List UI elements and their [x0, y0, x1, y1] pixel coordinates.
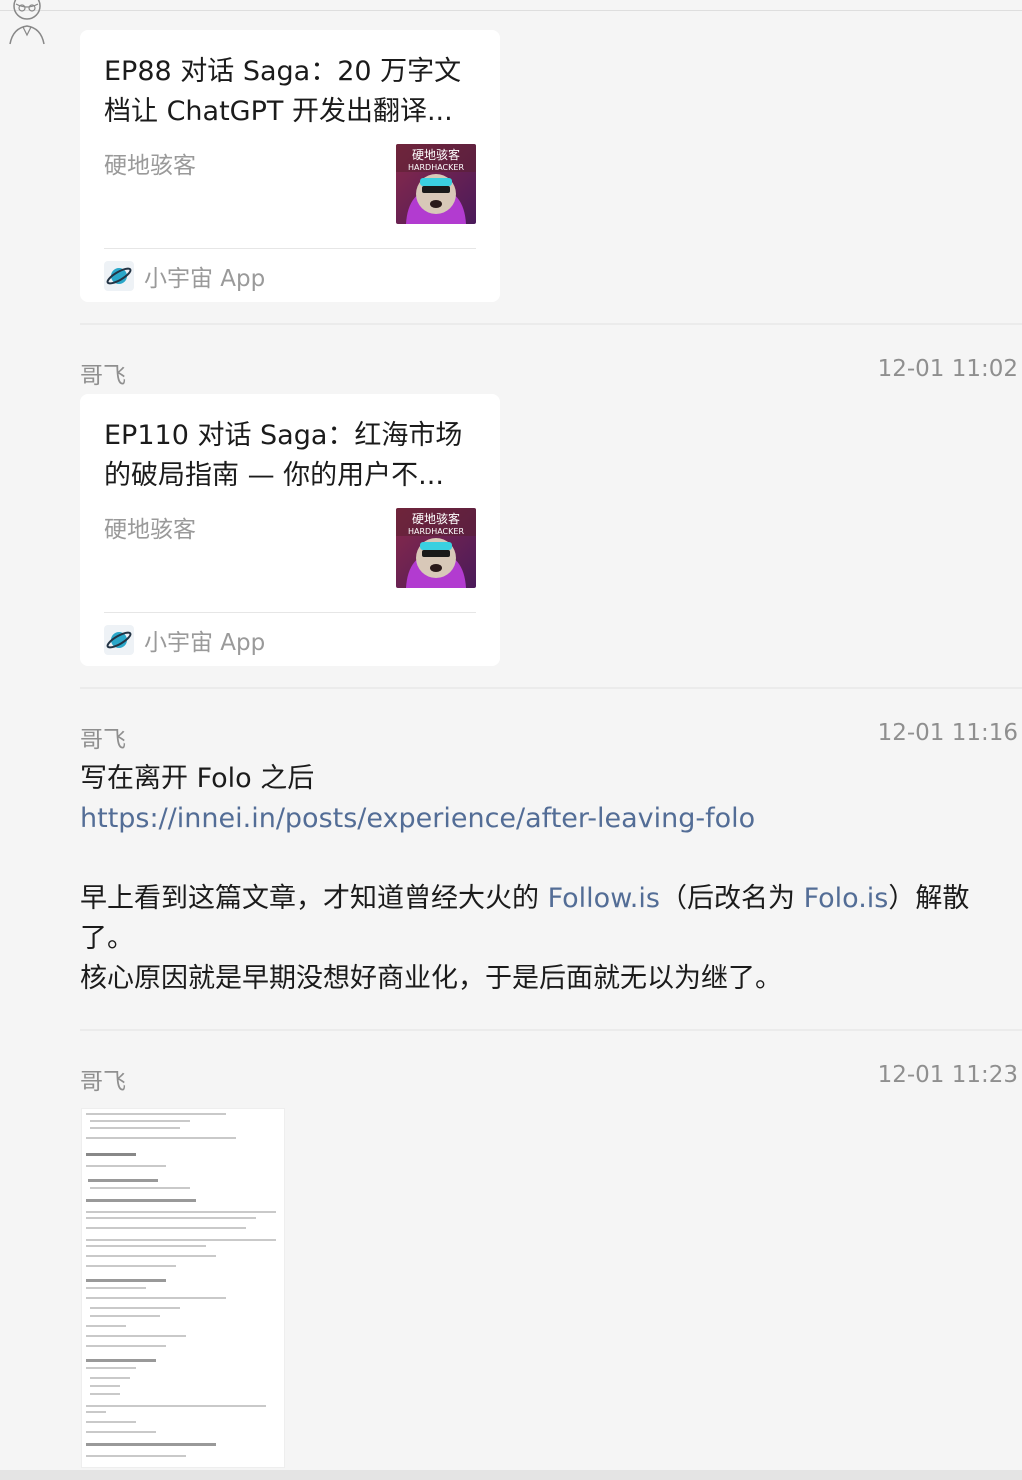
podcast-card[interactable]: EP110 对话 Saga：红海市场的破局指南 — 你的用户不... 硬地骇客 … — [80, 394, 500, 666]
message-paragraph: 核心原因就是早期没想好商业化，于是后面就无以为继了。 — [80, 963, 782, 994]
card-source: 硬地骇客 — [104, 153, 196, 179]
message-divider — [80, 1029, 1022, 1031]
xiaoyuzhou-planet-icon — [104, 261, 134, 291]
top-divider — [0, 10, 1022, 11]
post-title: 写在离开 Folo 之后 — [80, 763, 315, 794]
follow-link[interactable]: Follow.is — [548, 883, 660, 914]
podcast-cover-image: 硬地骇客 HARDHACKER — [396, 508, 476, 588]
message-time: 12-01 11:02 — [877, 356, 1018, 382]
card-footer: 小宇宙 App — [104, 624, 265, 656]
bottom-edge — [0, 1470, 1022, 1480]
message-time: 12-01 11:16 — [877, 720, 1018, 746]
card-source: 硬地骇客 — [104, 517, 196, 543]
card-title: EP110 对话 Saga：红海市场的破局指南 — 你的用户不... — [104, 420, 463, 491]
message-text: 写在离开 Folo 之后 https://innei.in/posts/expe… — [80, 759, 1010, 999]
folo-link[interactable]: Folo.is — [804, 883, 889, 914]
card-footer: 小宇宙 App — [104, 260, 265, 292]
message-divider — [80, 323, 1022, 325]
svg-text:HARDHACKER: HARDHACKER — [408, 527, 464, 536]
message-paragraph: 早上看到这篇文章，才知道曾经大火的 Follow.is（后改名为 Folo.is… — [80, 883, 970, 954]
svg-text:硬地骇客: 硬地骇客 — [412, 511, 460, 526]
sender-name: 哥飞 — [80, 1069, 126, 1095]
post-link[interactable]: https://innei.in/posts/experience/after-… — [80, 799, 1010, 839]
sender-name: 哥飞 — [80, 727, 126, 753]
sender-name: 哥飞 — [80, 363, 126, 389]
xiaoyuzhou-planet-icon — [104, 625, 134, 655]
app-label: 小宇宙 App — [144, 266, 266, 292]
avatar[interactable] — [4, 0, 50, 46]
podcast-card[interactable]: EP88 对话 Saga：20 万字文档让 ChatGPT 开发出翻译... 硬… — [80, 30, 500, 302]
document-screenshot-image[interactable] — [81, 1108, 285, 1468]
message-divider — [80, 687, 1022, 689]
card-title: EP88 对话 Saga：20 万字文档让 ChatGPT 开发出翻译... — [104, 56, 462, 127]
app-label: 小宇宙 App — [144, 630, 266, 656]
message-time: 12-01 11:23 — [877, 1062, 1018, 1088]
svg-text:硬地骇客: 硬地骇客 — [412, 147, 460, 162]
card-divider — [104, 612, 476, 613]
card-divider — [104, 248, 476, 249]
svg-text:HARDHACKER: HARDHACKER — [408, 163, 464, 172]
podcast-cover-image: 硬地骇客 HARDHACKER — [396, 144, 476, 224]
